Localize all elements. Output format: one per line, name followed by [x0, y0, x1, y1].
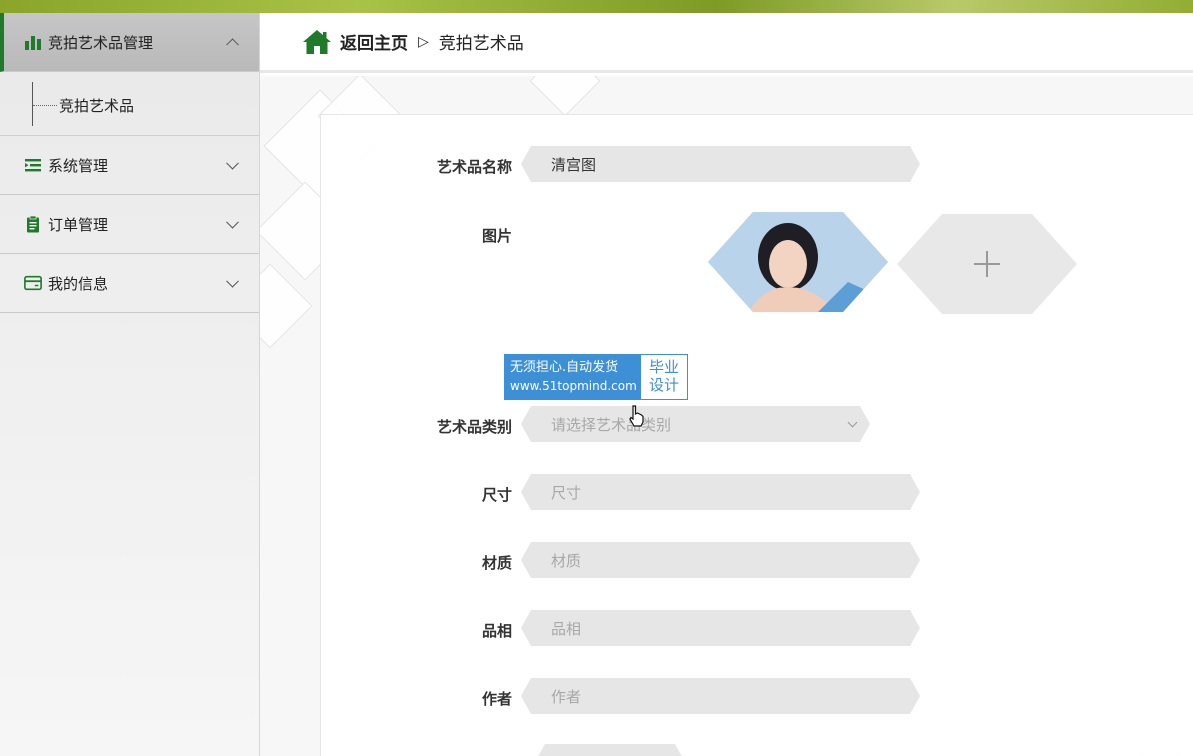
sidebar-menu-label: 订单管理	[48, 215, 109, 234]
size-placeholder: 尺寸	[551, 483, 582, 502]
card-icon	[24, 275, 42, 291]
pointer-cursor-icon	[629, 405, 644, 427]
name-input-value: 清宫图	[551, 155, 597, 174]
name-label: 艺术品名称	[436, 158, 512, 176]
decorative-tile	[529, 76, 601, 117]
category-placeholder: 请选择艺术品类别	[551, 415, 672, 434]
sidebar: 竞拍艺术品管理 竞拍艺术品 系统管理 订单管理 我的信息	[0, 13, 260, 756]
breadcrumb-separator: ▷	[418, 33, 429, 50]
sidebar-menu-my-info[interactable]: 我的信息	[0, 254, 259, 313]
chevron-down-icon	[226, 156, 239, 170]
size-label: 尺寸	[481, 486, 512, 504]
watermark-line1: 无须担心.自动发货	[510, 360, 619, 375]
chevron-down-icon	[226, 215, 239, 229]
sidebar-menu-label: 系统管理	[48, 156, 109, 175]
sidebar-submenu: 竞拍艺术品	[0, 72, 259, 136]
breadcrumb-current: 竞拍艺术品	[438, 34, 524, 54]
watermark-side1: 毕业	[648, 358, 679, 376]
appearance-input[interactable]: 品相	[521, 610, 920, 646]
home-link[interactable]: 返回主页	[340, 29, 408, 54]
watermark-side: 毕业 设计	[641, 355, 687, 399]
author-label: 作者	[481, 690, 512, 708]
chevron-down-icon	[848, 418, 858, 428]
tree-connector	[33, 104, 57, 106]
home-icon[interactable]	[302, 29, 332, 55]
material-label: 材质	[481, 554, 512, 572]
author-input[interactable]: 作者	[521, 678, 920, 714]
material-placeholder: 材质	[551, 551, 582, 570]
sidebar-menu-artwork-management[interactable]: 竞拍艺术品管理	[0, 13, 259, 72]
appearance-placeholder: 品相	[551, 619, 582, 638]
material-input[interactable]: 材质	[521, 542, 920, 578]
sidebar-menu-label: 竞拍艺术品管理	[48, 33, 154, 52]
category-label: 艺术品类别	[436, 418, 512, 436]
size-input[interactable]: 尺寸	[521, 474, 920, 510]
sidebar-menu-system-management[interactable]: 系统管理	[0, 136, 259, 195]
chevron-down-icon	[226, 274, 239, 288]
clipboard-icon	[27, 215, 39, 233]
sidebar-menu-order-management[interactable]: 订单管理	[0, 195, 259, 254]
sidebar-item-auction-artwork[interactable]: 竞拍艺术品	[33, 92, 134, 118]
watermark-url: www.51topmind.com	[510, 379, 637, 393]
name-input[interactable]: 清宫图	[521, 146, 920, 182]
watermark-side2: 设计	[648, 376, 679, 394]
watermark-badge: 无须担心.自动发货 www.51topmind.com 毕业 设计	[504, 354, 688, 400]
chevron-up-icon	[226, 38, 239, 52]
image-label: 图片	[481, 227, 512, 245]
breadcrumb: 返回主页 ▷ 竞拍艺术品	[260, 13, 1193, 73]
top-banner	[0, 0, 1193, 13]
plus-icon-vertical	[986, 251, 988, 277]
list-indent-icon	[25, 159, 41, 172]
next-field-partial[interactable]	[535, 744, 685, 756]
watermark-text: 无须担心.自动发货 www.51topmind.com	[505, 355, 641, 399]
sidebar-menu-label: 我的信息	[48, 274, 109, 293]
appearance-label: 品相	[481, 622, 512, 640]
sidebar-item-label: 竞拍艺术品	[59, 96, 135, 115]
author-placeholder: 作者	[551, 687, 582, 706]
category-select[interactable]: 请选择艺术品类别	[521, 406, 870, 442]
bar-chart-icon	[25, 36, 41, 50]
